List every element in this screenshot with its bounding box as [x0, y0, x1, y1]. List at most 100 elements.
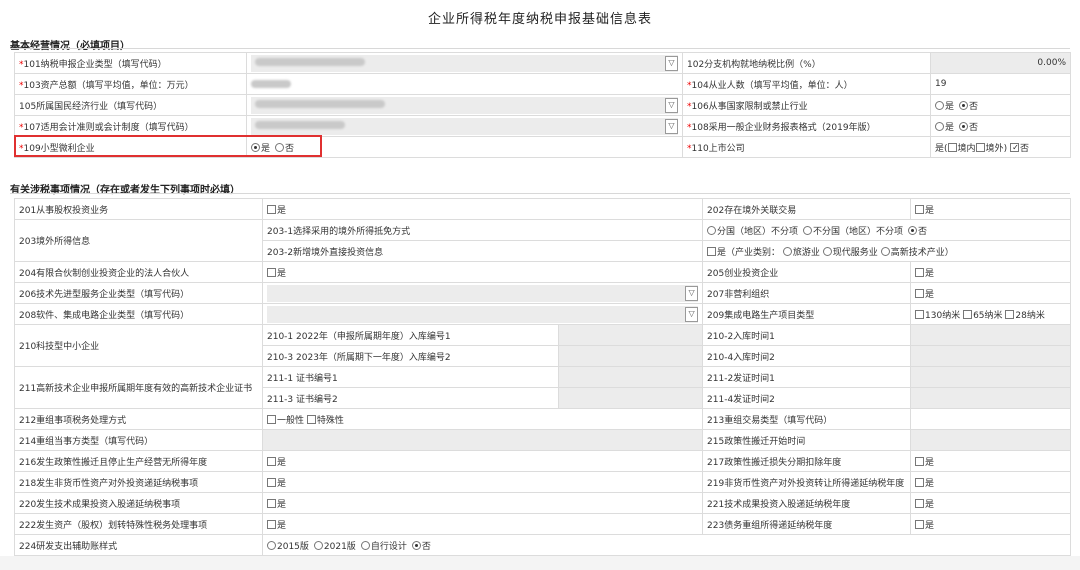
f211-1-input[interactable]: [557, 366, 704, 388]
label-201: 201从事股权投资业务: [14, 198, 263, 220]
dropdown-arrow-icon[interactable]: ▽: [665, 97, 678, 113]
section-divider: [10, 48, 1070, 49]
f220-yes-checkbox[interactable]: [267, 498, 276, 508]
basic-info-table: *101纳税申报企业类型（填写代码） ▽ 102分支机构就地纳税比例（%） 0.…: [14, 52, 1071, 158]
label-101: *101纳税申报企业类型（填写代码）: [14, 52, 247, 74]
listed-domestic-checkbox[interactable]: [947, 142, 957, 152]
label-219: 219非货币性资产对外投资转让所得递延纳税年度: [702, 471, 912, 493]
listed-company-options: 是(境内境外) 否: [930, 136, 1071, 158]
f224-no-radio[interactable]: [411, 540, 421, 550]
report-format-radios: 是否: [930, 115, 1071, 137]
f218-yes-checkbox[interactable]: [267, 477, 276, 487]
enterprise-type-select[interactable]: ▽: [246, 52, 683, 74]
label-224: 224研发支出辅助账样式: [14, 534, 263, 556]
table-row: 218发生非货币性资产对外投资递延纳税事项 是 219非货币性资产对外投资转让所…: [14, 471, 1072, 493]
f211-4-input[interactable]: [910, 387, 1072, 409]
label-211-4: 211-4发证时间2: [702, 387, 912, 409]
label-206: 206技术先进型服务企业类型（填写代码）: [14, 282, 263, 304]
total-assets-field[interactable]: [246, 73, 683, 95]
table-row: 222发生资产（股权）划转特殊性税务处理事项 是 223债务重组所得递延纳税年度…: [14, 513, 1072, 535]
f216-yes-checkbox[interactable]: [267, 456, 276, 466]
f210-1-input[interactable]: [557, 324, 704, 346]
table-row: *103资产总额（填写平均值，单位：万元） *104从业人数（填写平均值，单位：…: [14, 73, 1071, 95]
f212-opt2-checkbox[interactable]: [306, 414, 316, 424]
f203-1-opt2-radio[interactable]: [803, 225, 813, 235]
small-micro-no-radio[interactable]: [275, 142, 285, 152]
label-214: 214重组当事方类型（填写代码）: [14, 429, 263, 451]
format-no-radio[interactable]: [959, 121, 969, 131]
f203-1-no-radio[interactable]: [908, 225, 918, 235]
f209-opt2-checkbox[interactable]: [963, 309, 973, 319]
f217-yes-checkbox[interactable]: [915, 456, 925, 466]
f206-select[interactable]: ▽: [261, 282, 704, 304]
dropdown-arrow-icon[interactable]: ▽: [685, 306, 699, 322]
listed-overseas-checkbox[interactable]: [975, 142, 985, 152]
f215-input[interactable]: [910, 429, 1072, 451]
f208-select[interactable]: ▽: [261, 303, 704, 325]
f224-opt2-radio[interactable]: [313, 540, 323, 550]
label-215: 215政策性搬迁开始时间: [702, 429, 912, 451]
label-103: *103资产总额（填写平均值，单位：万元）: [14, 73, 247, 95]
f207-yes-checkbox[interactable]: [915, 288, 925, 298]
f202-yes-checkbox[interactable]: [915, 204, 925, 214]
bottom-band: [0, 556, 1080, 570]
table-row: 203境外所得信息 203-1选择采用的境外所得抵免方式 分国（地区）不分项 不分…: [14, 219, 1072, 262]
section-basic-heading: 基本经营情况（必填项目）: [10, 41, 130, 52]
f204-yes-checkbox[interactable]: [267, 267, 276, 277]
f205-yes-checkbox[interactable]: [915, 267, 925, 277]
accounting-standard-select[interactable]: ▽: [246, 115, 683, 137]
f222-yes-checkbox[interactable]: [267, 519, 276, 529]
f211-3-input[interactable]: [557, 387, 704, 409]
f203-2-yes-checkbox[interactable]: [707, 246, 717, 256]
table-row: 216发生政策性搬迁且停止生产经营无所得年度 是 217政策性搬迁损失分期扣除年…: [14, 450, 1072, 472]
label-102: 102分支机构就地纳税比例（%）: [682, 52, 931, 74]
label-202: 202存在境外关联交易: [702, 198, 912, 220]
label-210: 210科技型中小企业: [14, 324, 263, 367]
label-222: 222发生资产（股权）划转特殊性税务处理事项: [14, 513, 263, 535]
f203-2-opt1-radio[interactable]: [782, 246, 792, 256]
f210-3-input[interactable]: [557, 345, 704, 367]
f211-2-input[interactable]: [910, 366, 1072, 388]
table-row: 208软件、集成电路企业类型（填写代码） ▽ 209集成电路生产项目类型 130…: [14, 303, 1072, 325]
restricted-no-radio[interactable]: [959, 100, 969, 110]
label-211-1: 211-1 证书编号1: [262, 366, 559, 388]
f203-1-opt1-radio[interactable]: [707, 225, 717, 235]
dropdown-arrow-icon[interactable]: ▽: [685, 285, 699, 301]
table-row: 210科技型中小企业 210-1 2022年（申报所属期年度）入库编号1 210…: [14, 324, 1072, 367]
restricted-yes-radio[interactable]: [935, 100, 944, 110]
label-204: 204有限合伙制创业投资企业的法人合伙人: [14, 261, 263, 283]
f209-opt1-checkbox[interactable]: [915, 309, 925, 319]
dropdown-arrow-icon[interactable]: ▽: [665, 118, 678, 134]
table-row: *109小型微利企业 是否 *110上市公司 是(境内境外) 否: [14, 136, 1071, 158]
f221-yes-checkbox[interactable]: [915, 498, 925, 508]
listed-no-checkbox[interactable]: [1009, 142, 1020, 152]
f210-4-input[interactable]: [910, 345, 1072, 367]
f203-2-opt3-radio[interactable]: [880, 246, 890, 256]
industry-select[interactable]: ▽: [246, 94, 683, 116]
table-row: 211高新技术企业申报所属期年度有效的高新技术企业证书 211-1 证书编号1 …: [14, 366, 1072, 409]
dropdown-arrow-icon[interactable]: ▽: [665, 55, 678, 71]
f214-input[interactable]: [261, 429, 704, 451]
small-micro-radios: 是否: [246, 136, 683, 158]
label-203-1: 203-1选择采用的境外所得抵免方式: [261, 219, 704, 241]
label-208: 208软件、集成电路企业类型（填写代码）: [14, 303, 263, 325]
format-yes-radio[interactable]: [935, 121, 944, 131]
label-221: 221技术成果投资入股递延纳税年度: [702, 492, 912, 514]
label-104: *104从业人数（填写平均值，单位：人）: [682, 73, 931, 95]
label-210-3: 210-3 2023年（所属期下一年度）入库编号2: [262, 345, 559, 367]
small-micro-yes-radio[interactable]: [251, 142, 260, 152]
f224-opt1-radio[interactable]: [267, 540, 276, 550]
branch-tax-ratio-value: 0.00%: [930, 52, 1071, 74]
f212-opt1-checkbox[interactable]: [267, 414, 276, 424]
employee-count-field[interactable]: 19: [930, 73, 1071, 95]
page-title: 企业所得税年度纳税申报基础信息表: [427, 12, 652, 27]
f209-opt3-checkbox[interactable]: [1005, 309, 1015, 319]
f203-2-opt2-radio[interactable]: [822, 246, 832, 256]
f213-input[interactable]: [910, 408, 1072, 430]
f201-yes-checkbox[interactable]: [267, 204, 276, 214]
f210-2-input[interactable]: [910, 324, 1072, 346]
f219-yes-checkbox[interactable]: [915, 477, 925, 487]
f224-opt3-radio[interactable]: [360, 540, 370, 550]
f223-yes-checkbox[interactable]: [915, 519, 925, 529]
label-218: 218发生非货币性资产对外投资递延纳税事项: [14, 471, 263, 493]
